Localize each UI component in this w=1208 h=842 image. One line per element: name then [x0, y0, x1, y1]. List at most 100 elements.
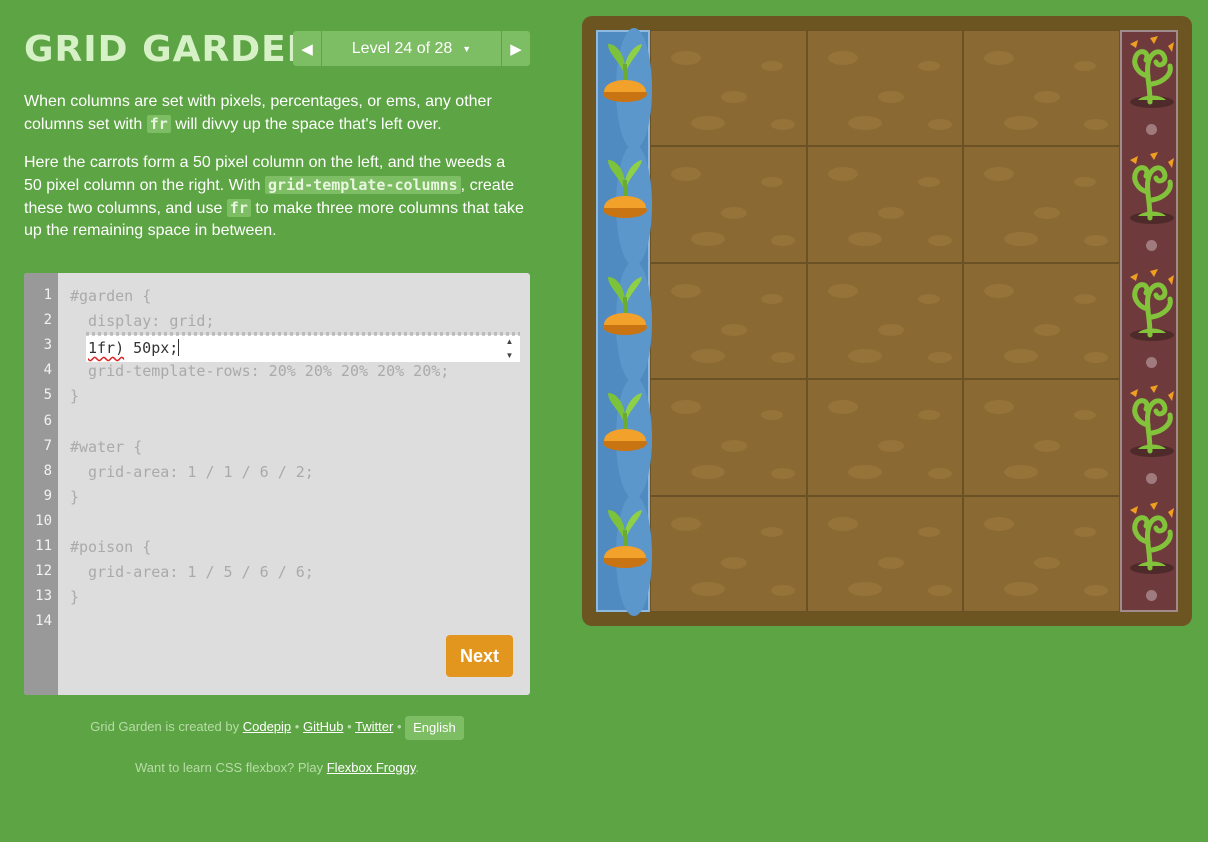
- soil-spot: [721, 91, 747, 103]
- scroll-up-icon[interactable]: ▲: [506, 337, 514, 346]
- soil-spot: [1034, 91, 1060, 103]
- code-grid-template-columns: grid-template-columns: [265, 176, 461, 194]
- soil-tile: [963, 30, 1120, 147]
- line-number: 6: [43, 412, 52, 429]
- next-level-button[interactable]: ▶: [501, 31, 530, 66]
- soil-spot: [691, 116, 725, 130]
- soil-tile: [650, 146, 807, 263]
- code-line: grid-area: 1 / 5 / 6 / 6;: [70, 563, 314, 582]
- css-input-value[interactable]: 1fr) 50px;: [88, 335, 493, 362]
- instruction-paragraph-2: Here the carrots form a 50 pixel column …: [24, 154, 524, 239]
- instructions: When columns are set with pixels, percen…: [24, 91, 524, 258]
- soil-spot: [1004, 348, 1038, 363]
- soil-spot: [1004, 581, 1038, 596]
- twitter-link[interactable]: Twitter: [355, 719, 393, 734]
- soil-spot: [1074, 526, 1096, 537]
- soil-tile: [807, 379, 963, 496]
- next-button[interactable]: Next: [446, 635, 513, 677]
- line-number: 9: [43, 487, 52, 504]
- soil-tile: [807, 30, 963, 147]
- soil-spot: [771, 351, 795, 363]
- soil-spot: [918, 177, 940, 188]
- line-number: 14: [35, 613, 52, 630]
- soil-spot: [1034, 323, 1060, 336]
- soil-spot: [1004, 232, 1038, 247]
- soil-tile: [650, 379, 807, 496]
- soil-spot: [848, 581, 882, 596]
- soil-spot: [878, 323, 904, 336]
- soil-spot: [828, 516, 858, 531]
- soil-spot: [1084, 119, 1108, 130]
- soil-spot: [848, 116, 882, 130]
- flexbox-froggy-link[interactable]: Flexbox Froggy: [327, 760, 416, 775]
- poison-hole: [1146, 589, 1157, 601]
- weed-icon: [1124, 500, 1176, 580]
- line-number: 5: [43, 387, 52, 404]
- soil-spot: [1034, 440, 1060, 453]
- soil-tile: [963, 262, 1120, 380]
- level-select[interactable]: Level 24 of 28 ▼: [322, 31, 501, 66]
- soil-spot: [1074, 61, 1096, 71]
- previous-level-button[interactable]: ◀: [293, 31, 322, 66]
- soil-spot: [878, 207, 904, 220]
- soil-spot: [1084, 468, 1108, 480]
- code-line: #garden {: [70, 287, 152, 305]
- line-number: 8: [43, 462, 52, 479]
- line-number: 13: [35, 588, 52, 605]
- water-column: [596, 28, 652, 616]
- soil-spot: [671, 51, 701, 65]
- line-number: 10: [35, 512, 52, 529]
- line-number: 4: [43, 362, 52, 379]
- poison-column: [1120, 30, 1178, 612]
- soil-tile: [807, 262, 963, 380]
- soil-spot: [1034, 207, 1060, 220]
- soil-spot: [928, 584, 952, 596]
- soil-spot: [771, 235, 795, 247]
- text-cursor: [178, 339, 180, 356]
- code-line: }: [70, 487, 80, 506]
- soil-spot: [1084, 584, 1108, 596]
- garden-grid: [596, 28, 1178, 616]
- soil-spot: [691, 232, 725, 247]
- soil-spot: [721, 207, 747, 220]
- soil-spot: [761, 61, 783, 71]
- poison-hole: [1146, 124, 1157, 135]
- line-number: 7: [43, 437, 52, 454]
- input-scroll-control[interactable]: ▲ ▼: [501, 337, 518, 360]
- scroll-down-icon[interactable]: ▼: [506, 351, 514, 360]
- soil-spot: [771, 584, 795, 596]
- garden-frame: [582, 16, 1192, 626]
- instruction-paragraph-1: When columns are set with pixels, percen…: [24, 93, 492, 133]
- soil-tile: [650, 30, 807, 147]
- soil-spot: [1084, 235, 1108, 247]
- weed-icon: [1124, 267, 1176, 347]
- soil-spot: [1074, 410, 1096, 421]
- soil-spot: [721, 323, 747, 336]
- soil-spot: [878, 440, 904, 453]
- carrot-icon: [600, 502, 650, 582]
- soil-spot: [691, 348, 725, 363]
- soil-spot: [848, 232, 882, 247]
- soil-spot: [671, 283, 701, 298]
- weed-icon: [1124, 383, 1176, 463]
- poison-hole: [1146, 356, 1157, 368]
- soil-spot: [928, 119, 952, 130]
- code-line: #water {: [70, 437, 143, 456]
- language-button[interactable]: English: [405, 715, 464, 740]
- soil-spot: [918, 526, 940, 537]
- codepip-link[interactable]: Codepip: [243, 719, 291, 734]
- soil-spot: [671, 516, 701, 531]
- credits: Grid Garden is created by Codepip • GitH…: [0, 714, 554, 740]
- line-number: 12: [35, 563, 52, 580]
- soil-spot: [1084, 351, 1108, 363]
- line-number: 2: [43, 312, 52, 329]
- page-title: GRID GARDEN: [24, 29, 318, 70]
- css-input[interactable]: 1fr) 50px; ▲ ▼: [86, 332, 520, 362]
- github-link[interactable]: GitHub: [303, 719, 343, 734]
- soil-spot: [828, 167, 858, 182]
- code-line: grid-area: 1 / 1 / 6 / 2;: [70, 462, 314, 481]
- carrot-icon: [600, 36, 650, 116]
- soil-spot: [721, 440, 747, 453]
- line-number: 3: [43, 337, 52, 354]
- soil-tile: [807, 495, 963, 612]
